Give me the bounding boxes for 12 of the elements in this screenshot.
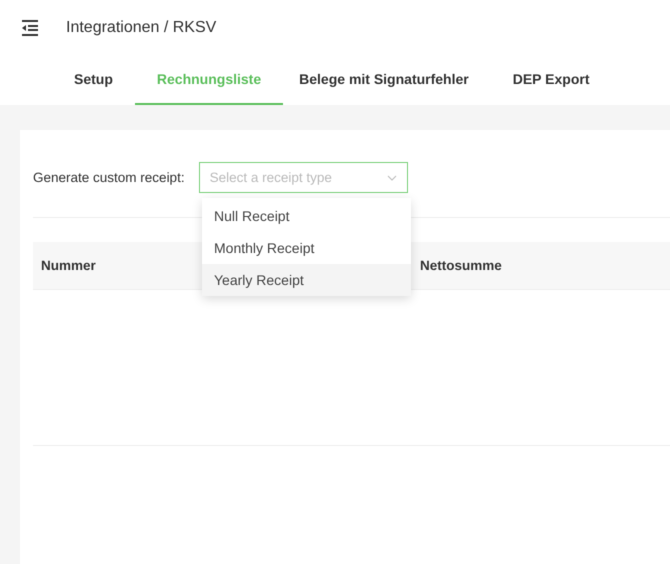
tab[interactable]: Setup: [52, 55, 135, 105]
column-header: Nummer: [40, 258, 97, 273]
column-header: Nettosumme: [419, 258, 503, 273]
dropdown-option[interactable]: Null Receipt: [202, 200, 411, 232]
chevron-down-icon: [386, 174, 397, 180]
tab[interactable]: DEP Export: [484, 55, 618, 105]
field-label: Generate custom receipt:: [33, 170, 185, 185]
page-title: Integrationen / RKSV: [66, 18, 216, 36]
dropdown-option[interactable]: Monthly Receipt: [202, 232, 411, 264]
dropdown-option[interactable]: Yearly Receipt: [202, 264, 411, 296]
menu-collapse-icon[interactable]: [20, 20, 40, 36]
tab[interactable]: Belege mit Signaturfehler: [283, 55, 485, 105]
